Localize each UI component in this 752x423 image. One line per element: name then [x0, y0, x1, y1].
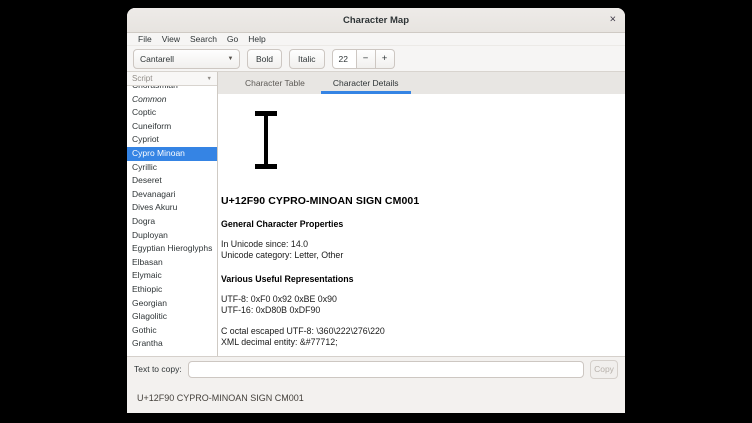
- script-item-elymaic[interactable]: Elymaic: [127, 269, 217, 283]
- font-name-value: Cantarell: [134, 54, 222, 64]
- script-item-cypriot[interactable]: Cypriot: [127, 133, 217, 147]
- copy-button[interactable]: Copy: [590, 360, 618, 379]
- font-size-spinner: 22 − +: [332, 49, 395, 69]
- tab-character-table[interactable]: Character Table: [231, 72, 319, 94]
- italic-button[interactable]: Italic: [289, 49, 324, 69]
- script-item-devanagari[interactable]: Devanagari: [127, 188, 217, 202]
- script-item-grantha[interactable]: Grantha: [127, 337, 217, 351]
- script-item-elbasan[interactable]: Elbasan: [127, 256, 217, 270]
- text-to-copy-input[interactable]: [188, 361, 584, 378]
- menu-item-view[interactable]: View: [157, 34, 185, 44]
- detail-line: UTF-8: 0xF0 0x92 0xBE 0x90: [221, 294, 613, 305]
- script-item-coptic[interactable]: Coptic: [127, 106, 217, 120]
- detail-line: UTF-16: 0xD80B 0xDF90: [221, 305, 613, 316]
- detail-lines-group: C octal escaped UTF-8: \360\222\276\220X…: [221, 326, 613, 349]
- script-item-georgian[interactable]: Georgian: [127, 297, 217, 311]
- script-column-header[interactable]: Script ▼: [127, 72, 217, 86]
- script-item-ethiopic[interactable]: Ethiopic: [127, 283, 217, 297]
- section-heading: General Character Properties: [221, 219, 613, 229]
- menu-item-help[interactable]: Help: [243, 34, 270, 44]
- script-item-cuneiform[interactable]: Cuneiform: [127, 120, 217, 134]
- font-selector-dropdown[interactable]: Cantarell ▼: [133, 49, 240, 69]
- decrease-size-button[interactable]: −: [357, 49, 376, 69]
- status-bar: U+12F90 CYPRO-MINOAN SIGN CM001: [127, 381, 625, 413]
- script-item-gothic[interactable]: Gothic: [127, 324, 217, 338]
- main-panel: Character TableCharacter Details U+12F90…: [218, 72, 625, 356]
- detail-lines-group: In Unicode since: 14.0Unicode category: …: [221, 239, 613, 262]
- glyph-stem: [264, 111, 268, 169]
- menu-item-file[interactable]: File: [133, 34, 157, 44]
- section-heading: Various Useful Representations: [221, 274, 613, 284]
- script-item-dives-akuru[interactable]: Dives Akuru: [127, 201, 217, 215]
- script-item-egyptian-hieroglyphs[interactable]: Egyptian Hieroglyphs: [127, 242, 217, 256]
- close-icon[interactable]: ×: [610, 15, 616, 26]
- script-item-duployan[interactable]: Duployan: [127, 229, 217, 243]
- character-properties: General Character Properties In Unicode s…: [221, 219, 613, 349]
- menu-item-search[interactable]: Search: [185, 34, 222, 44]
- script-item-chorasmian[interactable]: Chorasmian: [127, 86, 217, 93]
- font-toolbar: Cantarell ▼ Bold Italic 22 − +: [127, 46, 625, 72]
- detail-line: C octal escaped UTF-8: \360\222\276\220: [221, 326, 613, 337]
- title-bar[interactable]: Character Map ×: [127, 8, 625, 33]
- character-details-panel: U+12F90 CYPRO-MINOAN SIGN CM001 General …: [218, 94, 625, 356]
- menu-bar: FileViewSearchGoHelp: [127, 33, 625, 46]
- menu-item-go[interactable]: Go: [222, 34, 243, 44]
- script-item-cypro-minoan[interactable]: Cypro Minoan: [127, 147, 217, 161]
- detail-line: XML decimal entity: &#77712;: [221, 337, 613, 348]
- sort-arrow-icon: ▼: [207, 76, 212, 82]
- detail-lines-group: UTF-8: 0xF0 0x92 0xBE 0x90UTF-16: 0xD80B…: [221, 294, 613, 317]
- text-to-copy-label: Text to copy:: [134, 364, 182, 374]
- character-map-window: Character Map × FileViewSearchGoHelp Can…: [127, 8, 625, 413]
- script-sidebar: Script ▼ ChorasmianCommonCopticCuneiform…: [127, 72, 218, 356]
- script-header-label: Script: [132, 74, 152, 83]
- content-area: Script ▼ ChorasmianCommonCopticCuneiform…: [127, 72, 625, 356]
- detail-line: Unicode category: Letter, Other: [221, 250, 613, 261]
- script-item-dogra[interactable]: Dogra: [127, 215, 217, 229]
- chevron-down-icon: ▼: [222, 56, 239, 62]
- window-title: Character Map: [343, 15, 409, 26]
- script-item-common[interactable]: Common: [127, 93, 217, 107]
- tab-bar: Character TableCharacter Details: [218, 72, 625, 94]
- increase-size-button[interactable]: +: [376, 49, 395, 69]
- script-item-glagolitic[interactable]: Glagolitic: [127, 310, 217, 324]
- detail-line: In Unicode since: 14.0: [221, 239, 613, 250]
- tab-character-details[interactable]: Character Details: [319, 72, 413, 94]
- character-heading: U+12F90 CYPRO-MINOAN SIGN CM001: [221, 195, 613, 207]
- bold-button[interactable]: Bold: [247, 49, 282, 69]
- character-glyph-preview: [255, 111, 277, 169]
- script-list: ChorasmianCommonCopticCuneiformCypriotCy…: [127, 86, 217, 356]
- font-size-input[interactable]: 22: [332, 49, 357, 69]
- script-item-cyrillic[interactable]: Cyrillic: [127, 161, 217, 175]
- copy-bar: Text to copy: Copy: [127, 356, 625, 381]
- status-text: U+12F90 CYPRO-MINOAN SIGN CM001: [137, 393, 304, 403]
- script-item-deseret[interactable]: Deseret: [127, 174, 217, 188]
